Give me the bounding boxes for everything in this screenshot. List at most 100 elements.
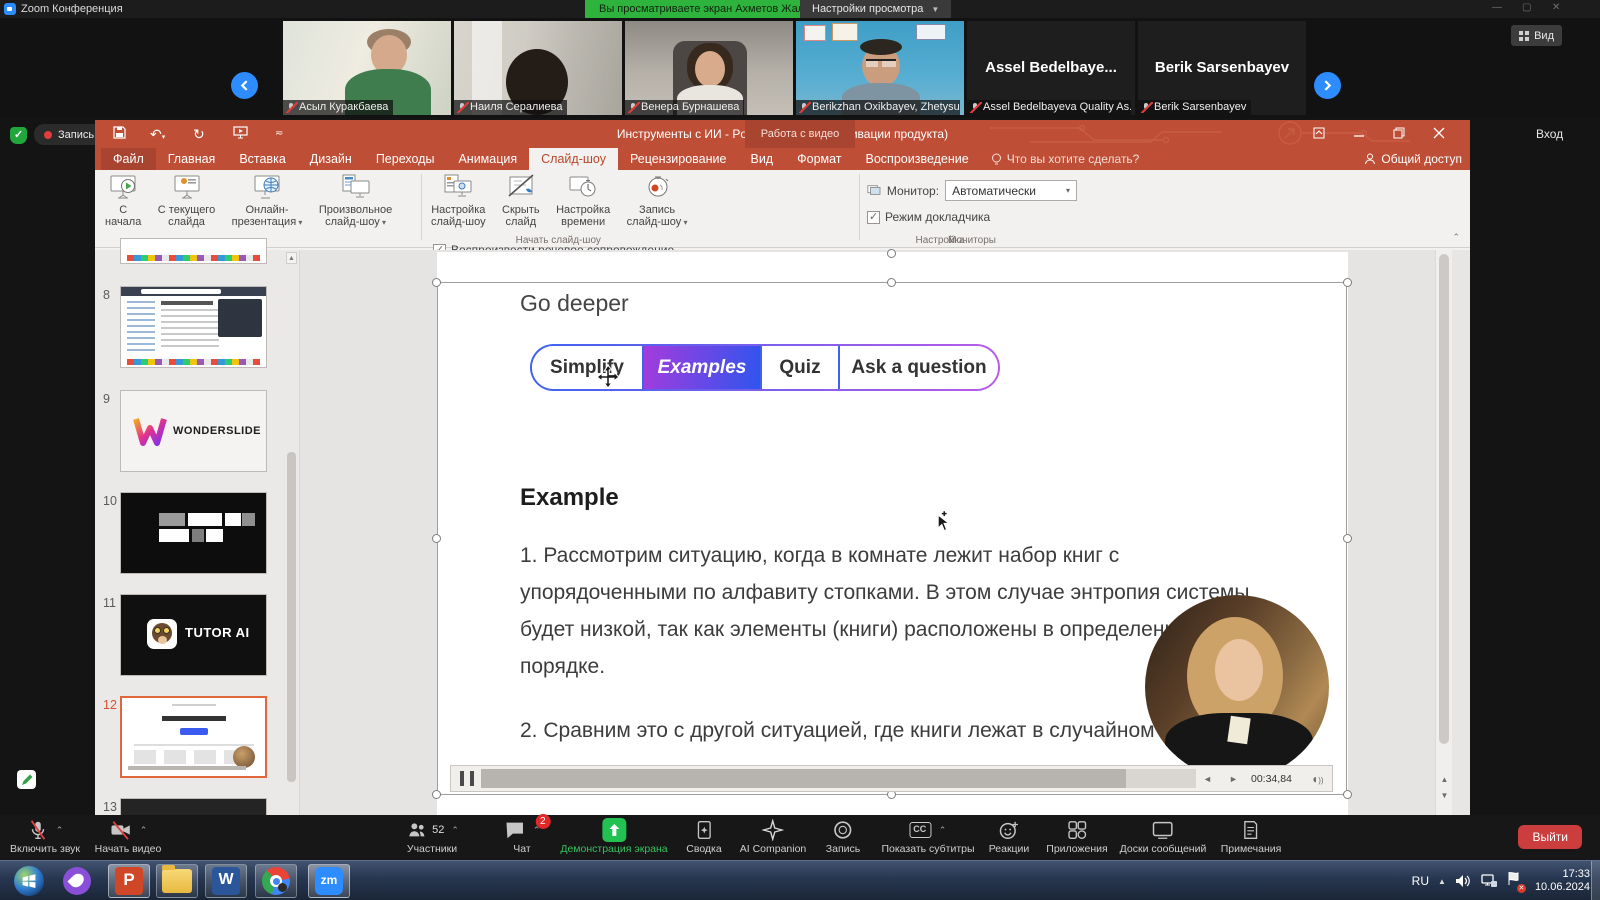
scrollbar-thumb[interactable] [287,452,296,782]
rehearse-timings-button[interactable]: Настройка времени [550,170,616,236]
summary-button[interactable]: Сводка [686,819,721,855]
segment-examples-active[interactable]: Examples [642,346,760,389]
taskbar-powerpoint-app[interactable] [108,864,150,898]
taskbar-explorer-app[interactable] [156,864,198,898]
maximize-icon[interactable]: ▢ [1522,2,1531,13]
volume-tray-icon[interactable] [1455,874,1471,888]
unmute-button[interactable]: ⌃ Включить звук [10,819,80,855]
taskbar-chrome-app[interactable] [255,864,297,898]
chevron-up-icon[interactable]: ⌃ [56,825,64,836]
tab-format[interactable]: Формат [785,148,853,170]
tab-transitions[interactable]: Переходы [364,148,447,170]
ppt-close-icon[interactable] [1433,126,1445,144]
captions-button[interactable]: ⌃ Показать субтитры [881,819,974,855]
resize-handle[interactable] [432,278,441,287]
whiteboards-button[interactable]: Доски сообщений [1120,819,1207,855]
tab-insert[interactable]: Вставка [227,148,297,170]
from-beginning-button[interactable]: С начала [99,170,147,236]
volume-icon[interactable]: ◖)) [1311,766,1324,793]
ppt-signin-link[interactable]: Вход [1536,127,1563,141]
apps-button[interactable]: Приложения [1046,819,1107,855]
checkbox-presenter-view[interactable]: Режим докладчика [867,210,1077,224]
tab-file[interactable]: Файл [101,148,156,170]
step-forward-icon[interactable]: ► [1229,766,1238,793]
view-settings-button[interactable]: Настройки просмотра▼ [800,0,951,18]
tray-expand-icon[interactable]: ▲ [1438,877,1446,886]
from-current-slide-button[interactable]: С текущего слайда [152,170,221,236]
video-tile[interactable]: Наиля Сералиева [454,21,622,115]
tab-review[interactable]: Рецензирование [618,148,739,170]
participants-button[interactable]: 52⌃ Участники [405,819,459,855]
previous-slide-icon[interactable]: ▲ [1436,773,1453,787]
video-tile[interactable]: Асыл Куракбаева [283,21,451,115]
close-icon[interactable]: ✕ [1552,2,1560,13]
taskbar-zoom-app[interactable] [308,864,350,898]
annotation-pencil-button[interactable] [17,770,36,789]
tab-playback[interactable]: Воспроизведение [854,148,981,170]
start-video-button[interactable]: ⌃ Начать видео [95,819,162,855]
record-slideshow-button[interactable]: Запись слайд-шоу [621,170,694,236]
resize-handle[interactable] [1343,790,1352,799]
ppt-restore-icon[interactable] [1393,126,1405,144]
show-desktop-button[interactable] [1591,861,1600,900]
slide-thumbnail-11[interactable]: TUTOR AI [120,594,267,676]
chat-button[interactable]: 2⌃ Чат [504,819,541,855]
action-center-flag-icon[interactable]: ✕ [1507,871,1522,891]
segment-simplify[interactable]: Simplify [532,346,642,389]
chevron-up-icon[interactable]: ⌃ [140,825,148,836]
video-tile[interactable]: Assel Bedelbaye... Assel Bedelbayeva Qua… [967,21,1135,115]
slide-thumbnail-8[interactable] [120,286,267,368]
setup-slideshow-button[interactable]: Настройка слайд-шоу [425,170,492,236]
ppt-minimize-icon[interactable] [1353,126,1365,144]
tab-slideshow[interactable]: Слайд-шоу [529,148,618,170]
notes-button[interactable]: Примечания [1221,819,1282,855]
tab-animations[interactable]: Анимация [446,148,529,170]
reactions-button[interactable]: Реакции [989,819,1030,855]
rotate-handle[interactable] [887,249,896,258]
strip-next-button[interactable] [1314,72,1341,99]
slide-thumbnail-10[interactable] [120,492,267,574]
video-tile[interactable]: Berik Sarsenbayev Berik Sarsenbayev [1138,21,1306,115]
monitor-dropdown[interactable]: Автоматически▾ [945,180,1077,201]
custom-slideshow-button[interactable]: Произвольное слайд-шоу [313,170,398,236]
taskbar-word-app[interactable] [205,864,247,898]
segment-quiz[interactable]: Quiz [760,346,838,389]
step-back-icon[interactable]: ◄ [1203,766,1212,793]
tab-design[interactable]: Дизайн [298,148,364,170]
tell-me-box[interactable]: Что вы хотите сделать? [991,148,1140,170]
ai-companion-button[interactable]: AI Companion [740,819,807,855]
resize-handle[interactable] [887,278,896,287]
strip-prev-button[interactable] [231,72,258,99]
slide-thumbnail-12-selected[interactable] [120,696,267,778]
tab-home[interactable]: Главная [156,148,228,170]
share-screen-button[interactable]: Демонстрация экрана [560,819,667,855]
network-tray-icon[interactable] [1480,874,1498,888]
resize-handle[interactable] [432,534,441,543]
collapse-ribbon-button[interactable]: ⌃ [1452,232,1460,243]
resize-handle[interactable] [1343,278,1352,287]
hide-slide-button[interactable]: Скрыть слайд [496,170,546,236]
pause-button[interactable] [460,771,474,786]
thumbnail-scrollbar[interactable]: ▲ [286,252,297,813]
leave-meeting-button[interactable]: Выйти [1518,825,1582,849]
progress-track[interactable] [481,769,1196,788]
resize-handle[interactable] [432,790,441,799]
minimize-icon[interactable]: — [1492,2,1502,13]
share-button[interactable]: Общий доступ [1364,148,1462,170]
tab-view[interactable]: Вид [738,148,785,170]
record-button[interactable]: Запись [826,819,860,855]
segment-ask-question[interactable]: Ask a question [838,346,998,389]
taskbar-alice-app[interactable] [56,864,98,898]
scrollbar-thumb[interactable] [1439,254,1449,744]
next-slide-icon[interactable]: ▼ [1436,789,1453,803]
chevron-up-icon[interactable]: ⌃ [451,825,459,836]
ribbon-display-icon[interactable] [1313,126,1325,144]
video-tile[interactable]: Венера Бурнашева [625,21,793,115]
video-tile[interactable]: Berikzhan Oxikbayev, Zhetysu... [796,21,964,115]
view-layout-button[interactable]: Вид [1511,25,1562,46]
canvas-scrollbar[interactable]: ▲ ▼ [1435,250,1452,815]
slide-thumbnail-7[interactable] [120,238,267,264]
slide-thumbnail-9[interactable]: WONDERSLIDE [120,390,267,472]
chevron-up-icon[interactable]: ⌃ [939,825,947,836]
resize-handle[interactable] [1343,534,1352,543]
